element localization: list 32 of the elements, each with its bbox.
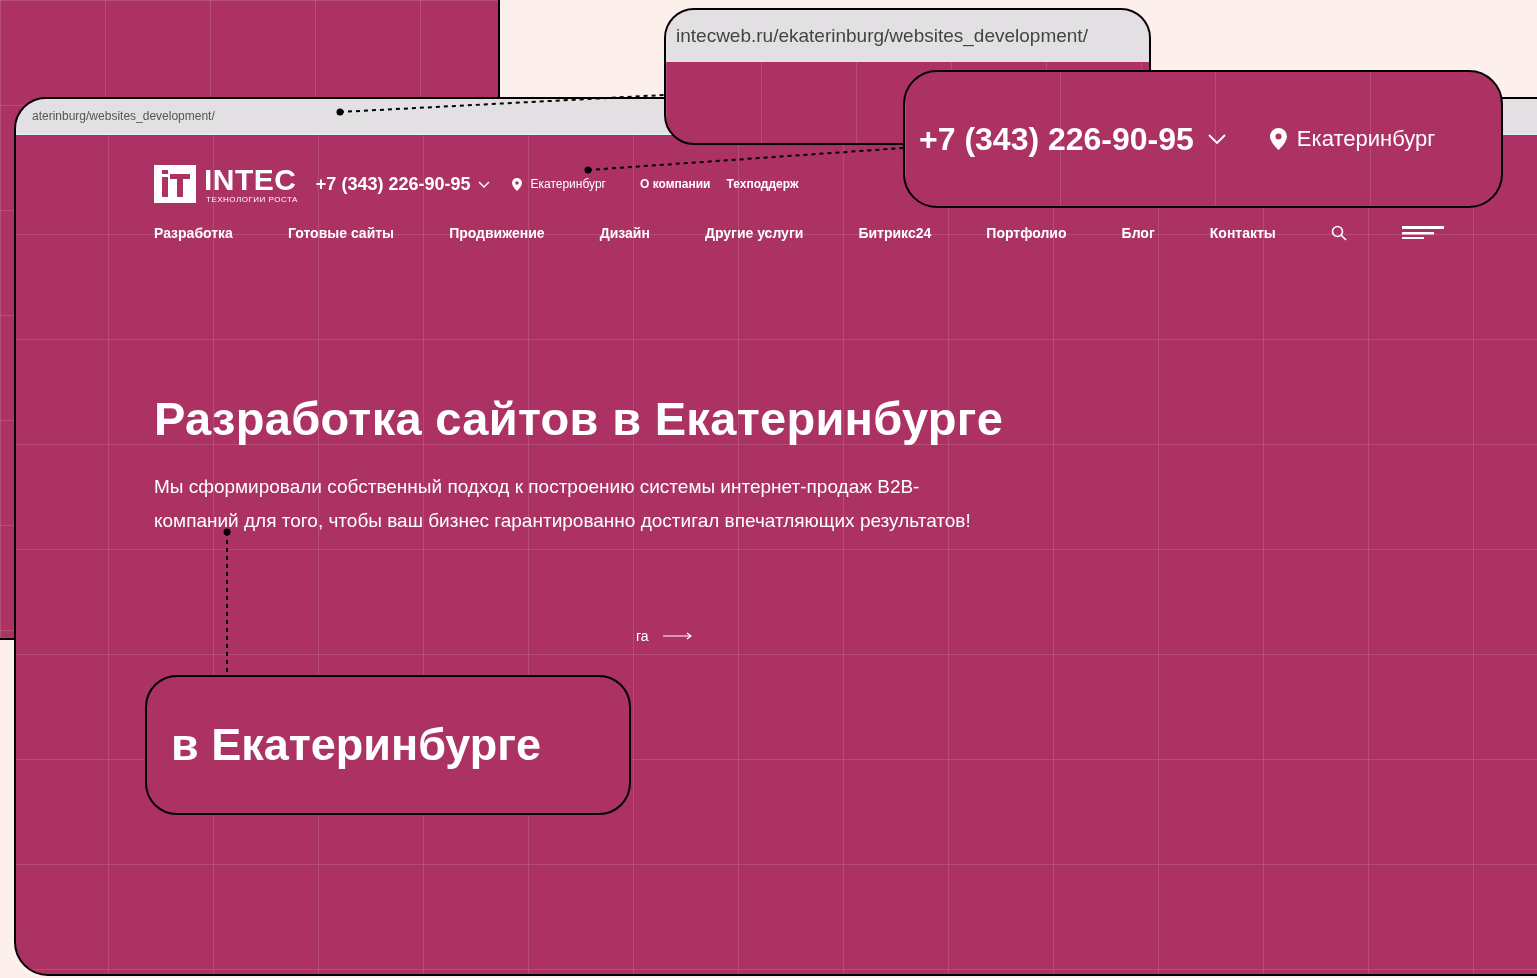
zoomed-phone-number: +7 (343) 226-90-95 bbox=[919, 120, 1194, 158]
chevron-down-icon bbox=[1207, 134, 1226, 144]
zoomed-title-text: в Екатеринбурге bbox=[171, 719, 542, 771]
chevron-down-icon[interactable] bbox=[478, 180, 491, 188]
nav-item[interactable]: Контакты bbox=[1209, 225, 1276, 241]
brand-name: INTEC bbox=[204, 164, 298, 195]
header-link[interactable]: Техподдерж bbox=[726, 177, 799, 191]
arrow-right-icon[interactable] bbox=[662, 632, 693, 640]
brand-tagline: ТЕХНОЛОГИИ РОСТА bbox=[206, 194, 298, 204]
header-link[interactable]: О компании bbox=[639, 177, 711, 191]
hero-title: Разработка сайтов в Екатеринбурге bbox=[154, 391, 1005, 446]
location-pin-icon bbox=[1269, 128, 1287, 150]
url-text: aterinburg/websites_development/ bbox=[32, 109, 215, 123]
zoomed-url-text: intecweb.ru/ekaterinburg/websites_development/ bbox=[676, 25, 1088, 47]
nav-item[interactable]: Дизайн bbox=[599, 225, 650, 241]
logo-icon bbox=[154, 165, 196, 203]
nav-item[interactable]: Разработка bbox=[154, 225, 233, 241]
address-bar[interactable]: aterinburg/websites_development/ bbox=[16, 99, 664, 133]
nav-item[interactable]: Битрикс24 bbox=[858, 225, 932, 241]
nav-item[interactable]: Другие услуги bbox=[704, 225, 804, 241]
search-icon[interactable] bbox=[1330, 225, 1347, 241]
location-pin-icon bbox=[512, 177, 523, 191]
hero-description: Мы сформировали собственный подход к построению системы интернет-продаж B2B-компаний для того, чтобы ваш бизнес гарантированно достигал впечатляющих результатов! bbox=[154, 475, 972, 533]
zoomed-city: Екатеринбург bbox=[1296, 126, 1436, 152]
nav-item[interactable]: Блог bbox=[1121, 225, 1155, 241]
menu-icon[interactable] bbox=[1401, 226, 1444, 240]
city-selector[interactable]: Екатеринбург bbox=[530, 177, 606, 191]
nav-item[interactable]: Готовые сайты bbox=[288, 225, 395, 241]
phone-number[interactable]: +7 (343) 226-90-95 bbox=[315, 173, 471, 195]
nav-item[interactable]: Продвижение bbox=[449, 225, 545, 241]
nav-item[interactable]: Портфолио bbox=[986, 225, 1067, 241]
button-text-fragment[interactable]: га bbox=[636, 628, 649, 644]
